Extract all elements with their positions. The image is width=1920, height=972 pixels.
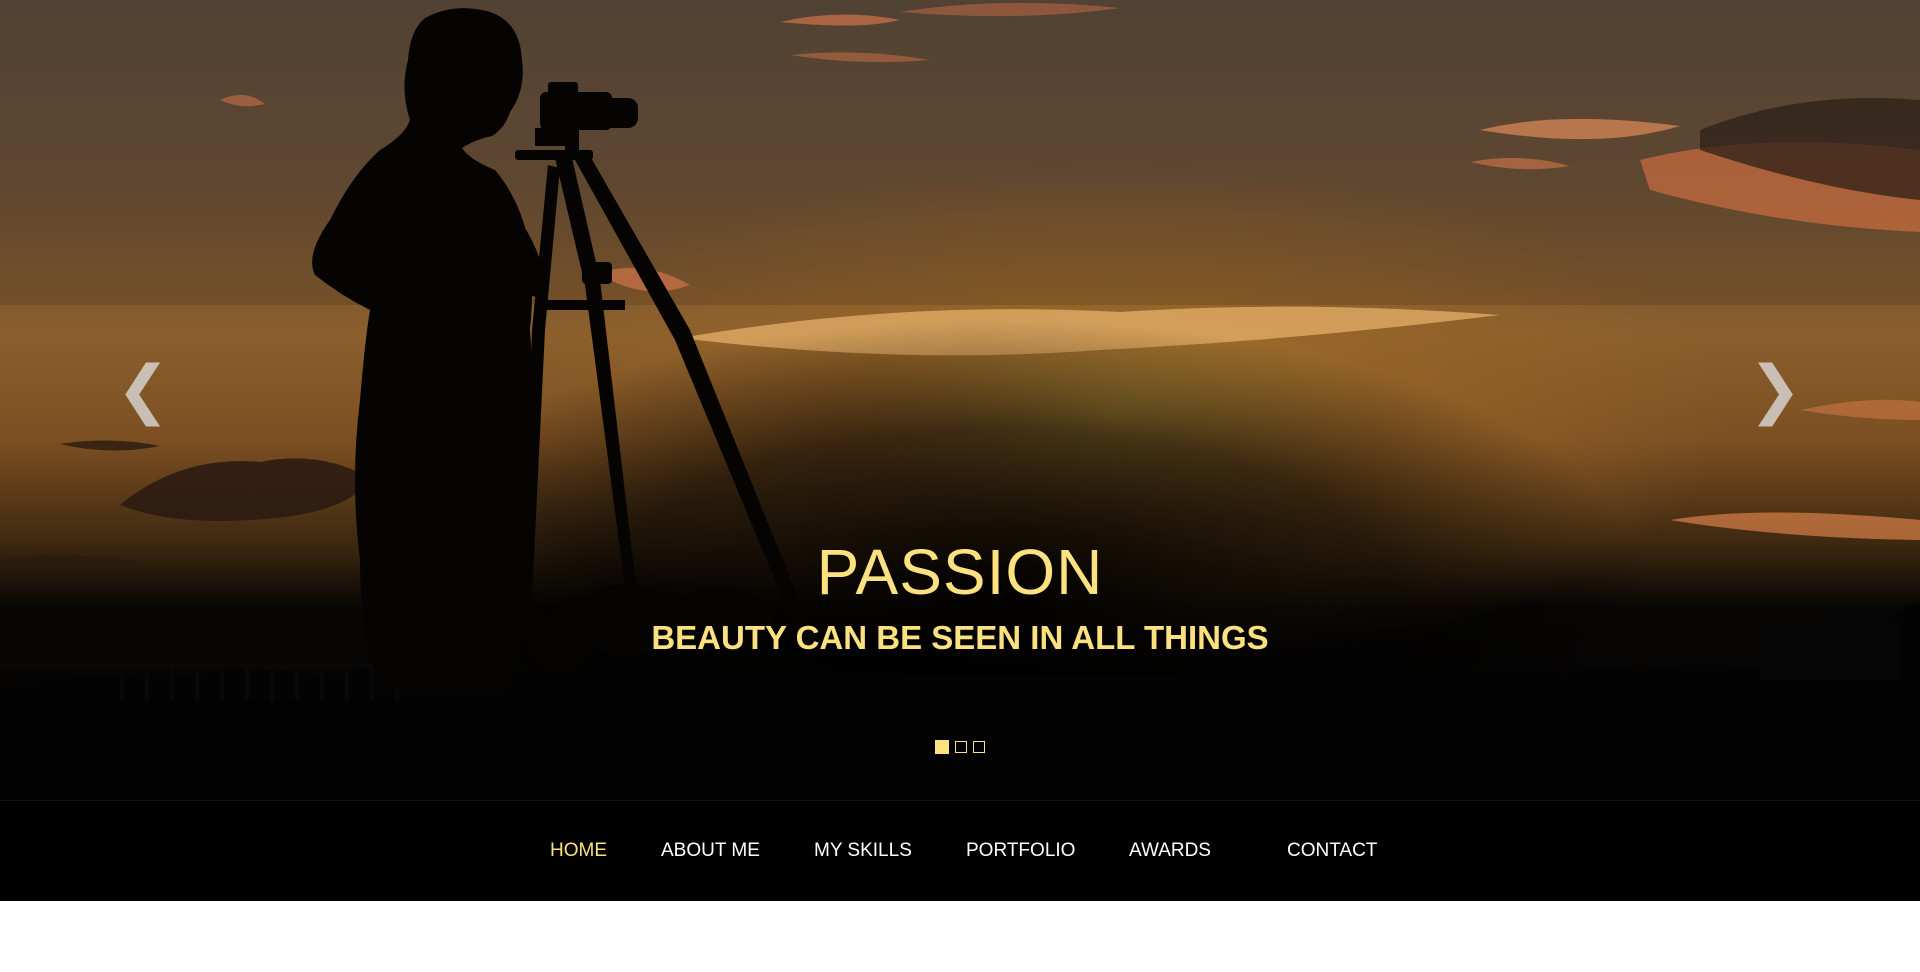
slider-dot-2[interactable] [955,741,967,753]
slider-pagination [0,740,1920,754]
nav-item-contact[interactable]: CONTACT [1287,839,1377,863]
nav-item-my-skills[interactable]: MY SKILLS [814,839,912,863]
nav-item-about-me[interactable]: ABOUT ME [661,839,760,863]
chevron-right-icon: ❯ [1748,353,1802,427]
hero-slider: ❮ ❯ PASSION BEAUTY CAN BE SEEN IN ALL TH… [0,0,1920,800]
slider-dot-1[interactable] [935,740,949,754]
nav-item-awards[interactable]: AWARDS [1129,839,1211,863]
slider-next-arrow[interactable]: ❯ [1745,350,1805,430]
slider-prev-arrow[interactable]: ❮ [113,350,173,430]
main-navigation: HOME ABOUT ME MY SKILLS PORTFOLIO AWARDS… [0,800,1920,901]
chevron-left-icon: ❮ [116,353,170,427]
slider-dot-3[interactable] [973,741,985,753]
nav-item-home[interactable]: HOME [550,839,607,863]
slide-title: PASSION [816,536,1104,608]
slide-subtitle: BEAUTY CAN BE SEEN IN ALL THINGS [651,619,1269,656]
hero-background-image [0,0,1920,800]
page: ❮ ❯ PASSION BEAUTY CAN BE SEEN IN ALL TH… [0,0,1920,972]
content-area [0,901,1920,972]
nav-item-portfolio[interactable]: PORTFOLIO [966,839,1075,863]
